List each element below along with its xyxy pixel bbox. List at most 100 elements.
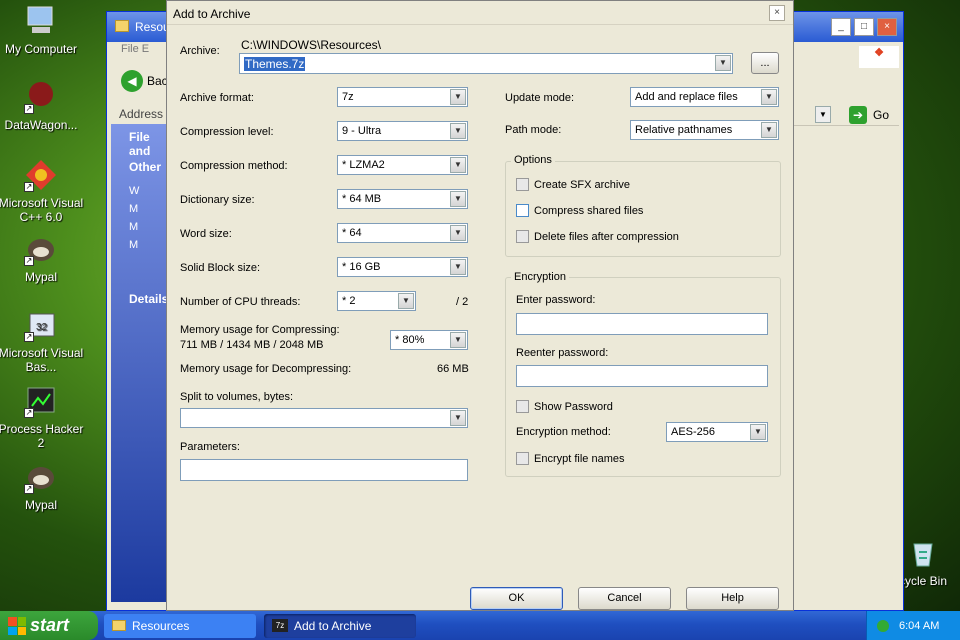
- taskbar-item-add-to-archive[interactable]: 7z Add to Archive: [264, 613, 416, 638]
- desktop-icon-my-computer[interactable]: My Computer: [0, 4, 84, 56]
- update-mode-select[interactable]: Add and replace files ▼: [630, 87, 779, 107]
- word-size-select[interactable]: * 64 ▼: [337, 223, 468, 243]
- back-button[interactable]: ◀ Bac: [121, 70, 168, 92]
- split-volumes-combo[interactable]: ▼: [180, 408, 468, 428]
- folder-icon: [115, 20, 129, 32]
- go-arrow-icon: ➔: [848, 106, 867, 124]
- compression-level-value: 9 - Ultra: [342, 125, 382, 137]
- chevron-down-icon[interactable]: ▼: [450, 157, 466, 173]
- enc-method-value: AES-256: [671, 426, 716, 438]
- cpu-threads-select[interactable]: * 2 ▼: [337, 291, 416, 311]
- create-sfx-checkbox[interactable]: Create SFX archive: [516, 178, 630, 191]
- chevron-down-icon[interactable]: ▼: [398, 293, 414, 309]
- mem-decompress-label: Memory usage for Decompressing:: [180, 363, 352, 375]
- add-to-archive-dialog[interactable]: Add to Archive × Archive: C:\WINDOWS\Res…: [166, 0, 794, 611]
- desktop-icon-visual-basic[interactable]: 32 ↗ Microsoft Visual Bas...: [0, 308, 84, 374]
- chevron-down-icon[interactable]: ▼: [450, 410, 466, 426]
- checkbox-box[interactable]: [516, 230, 529, 243]
- chevron-down-icon[interactable]: ▼: [761, 89, 777, 105]
- compression-method-select[interactable]: * LZMA2 ▼: [337, 155, 468, 175]
- encrypt-names-checkbox[interactable]: Encrypt file names: [516, 452, 624, 465]
- browse-button[interactable]: ...: [751, 52, 779, 74]
- create-sfx-label: Create SFX archive: [534, 178, 630, 191]
- tray-network-icon[interactable]: [877, 619, 889, 632]
- checkbox-box[interactable]: [516, 204, 529, 217]
- reenter-password-input[interactable]: [516, 365, 768, 387]
- chevron-down-icon[interactable]: ▼: [750, 424, 766, 440]
- chevron-down-icon[interactable]: ▼: [761, 122, 777, 138]
- cancel-button[interactable]: Cancel: [578, 587, 671, 610]
- chevron-down-icon[interactable]: ▼: [450, 191, 466, 207]
- mem-compress-values: 711 MB / 1434 MB / 2048 MB: [180, 339, 324, 351]
- compression-level-select[interactable]: 9 - Ultra ▼: [337, 121, 468, 141]
- solid-block-label: Solid Block size:: [180, 262, 261, 274]
- encrypt-names-label: Encrypt file names: [534, 452, 625, 465]
- go-button[interactable]: ➔ Go: [848, 106, 889, 124]
- chevron-down-icon[interactable]: ▼: [450, 123, 466, 139]
- solid-block-select[interactable]: * 16 GB ▼: [337, 257, 468, 277]
- cpu-threads-max: / 2: [456, 296, 469, 308]
- windows-flag-icon: [8, 617, 26, 635]
- side-file-and[interactable]: File and: [111, 124, 169, 158]
- desktop-icon-mypal[interactable]: ↗ Mypal: [0, 232, 84, 284]
- computer-icon: [24, 4, 58, 38]
- minimize-button[interactable]: _: [831, 18, 851, 36]
- menu-labels[interactable]: File E: [121, 43, 149, 55]
- options-title: Options: [511, 154, 555, 166]
- chevron-down-icon[interactable]: ▼: [450, 332, 466, 348]
- desktop-icon-datawagon[interactable]: ↗ DataWagon...: [0, 80, 84, 132]
- mem-compress-pct-value: * 80%: [395, 334, 425, 346]
- dictionary-size-select[interactable]: * 64 MB ▼: [337, 189, 468, 209]
- compression-method-value: * LZMA2: [342, 159, 385, 171]
- desktop-icon-label: Mypal: [24, 498, 57, 512]
- dialog-close-button[interactable]: ×: [769, 5, 785, 21]
- side-item[interactable]: M: [129, 236, 169, 254]
- delete-after-checkbox[interactable]: Delete files after compression: [516, 230, 679, 243]
- checkbox-box[interactable]: [516, 178, 529, 191]
- ok-button[interactable]: OK: [470, 587, 563, 610]
- chevron-down-icon[interactable]: ▼: [450, 259, 466, 275]
- archive-name-combo[interactable]: Themes.7z ▼: [239, 53, 733, 74]
- compress-shared-checkbox[interactable]: Compress shared files: [516, 204, 643, 217]
- close-button[interactable]: ×: [877, 18, 897, 36]
- chevron-down-icon[interactable]: ▼: [450, 89, 466, 105]
- enc-method-label: Encryption method:: [516, 426, 611, 438]
- desktop-icon-mypal-2[interactable]: ↗ Mypal: [0, 460, 84, 512]
- side-item[interactable]: M: [129, 200, 169, 218]
- checkbox-box[interactable]: [516, 452, 529, 465]
- enter-password-input[interactable]: [516, 313, 768, 335]
- dialog-title[interactable]: Add to Archive: [167, 1, 793, 25]
- desktop-icon-process-hacker[interactable]: ↗ Process Hacker 2: [0, 384, 84, 450]
- maximize-button[interactable]: □: [854, 18, 874, 36]
- taskbar-item-resources[interactable]: Resources: [104, 613, 256, 638]
- archive-label: Archive:: [180, 45, 220, 57]
- solid-block-value: * 16 GB: [342, 261, 381, 273]
- archive-format-select[interactable]: 7z ▼: [337, 87, 468, 107]
- archive-name-value[interactable]: Themes.7z: [244, 57, 306, 71]
- mem-decompress-value: 66 MB: [437, 363, 469, 375]
- encryption-title: Encryption: [511, 271, 569, 283]
- enc-method-select[interactable]: AES-256 ▼: [666, 422, 768, 442]
- side-details[interactable]: Details: [111, 286, 169, 316]
- archive-format-value: 7z: [342, 91, 354, 103]
- show-password-checkbox[interactable]: Show Password: [516, 400, 613, 413]
- explorer-sidebar: File and Other W M M M Details: [111, 124, 169, 602]
- taskbar: start Resources 7z Add to Archive 6:04 A…: [0, 611, 960, 640]
- cpu-threads-value: * 2: [342, 295, 356, 307]
- help-button[interactable]: Help: [686, 587, 779, 610]
- desktop-icon-visual-cpp[interactable]: ↗ Microsoft Visual C++ 6.0: [0, 158, 84, 224]
- address-dropdown-icon[interactable]: ▼: [815, 106, 831, 123]
- chevron-down-icon[interactable]: ▼: [450, 225, 466, 241]
- archive-format-label: Archive format:: [180, 92, 254, 104]
- mem-compress-pct-select[interactable]: * 80% ▼: [390, 330, 468, 350]
- update-mode-value: Add and replace files: [635, 91, 738, 103]
- side-other[interactable]: Other W M M M: [111, 154, 169, 286]
- side-item[interactable]: M: [129, 218, 169, 236]
- side-item[interactable]: W: [129, 182, 169, 200]
- parameters-input[interactable]: [180, 459, 468, 481]
- checkbox-box[interactable]: [516, 400, 529, 413]
- path-mode-select[interactable]: Relative pathnames ▼: [630, 120, 779, 140]
- desktop-icon-label: DataWagon...: [4, 118, 78, 132]
- start-button[interactable]: start: [0, 611, 98, 640]
- chevron-down-icon[interactable]: ▼: [715, 55, 731, 71]
